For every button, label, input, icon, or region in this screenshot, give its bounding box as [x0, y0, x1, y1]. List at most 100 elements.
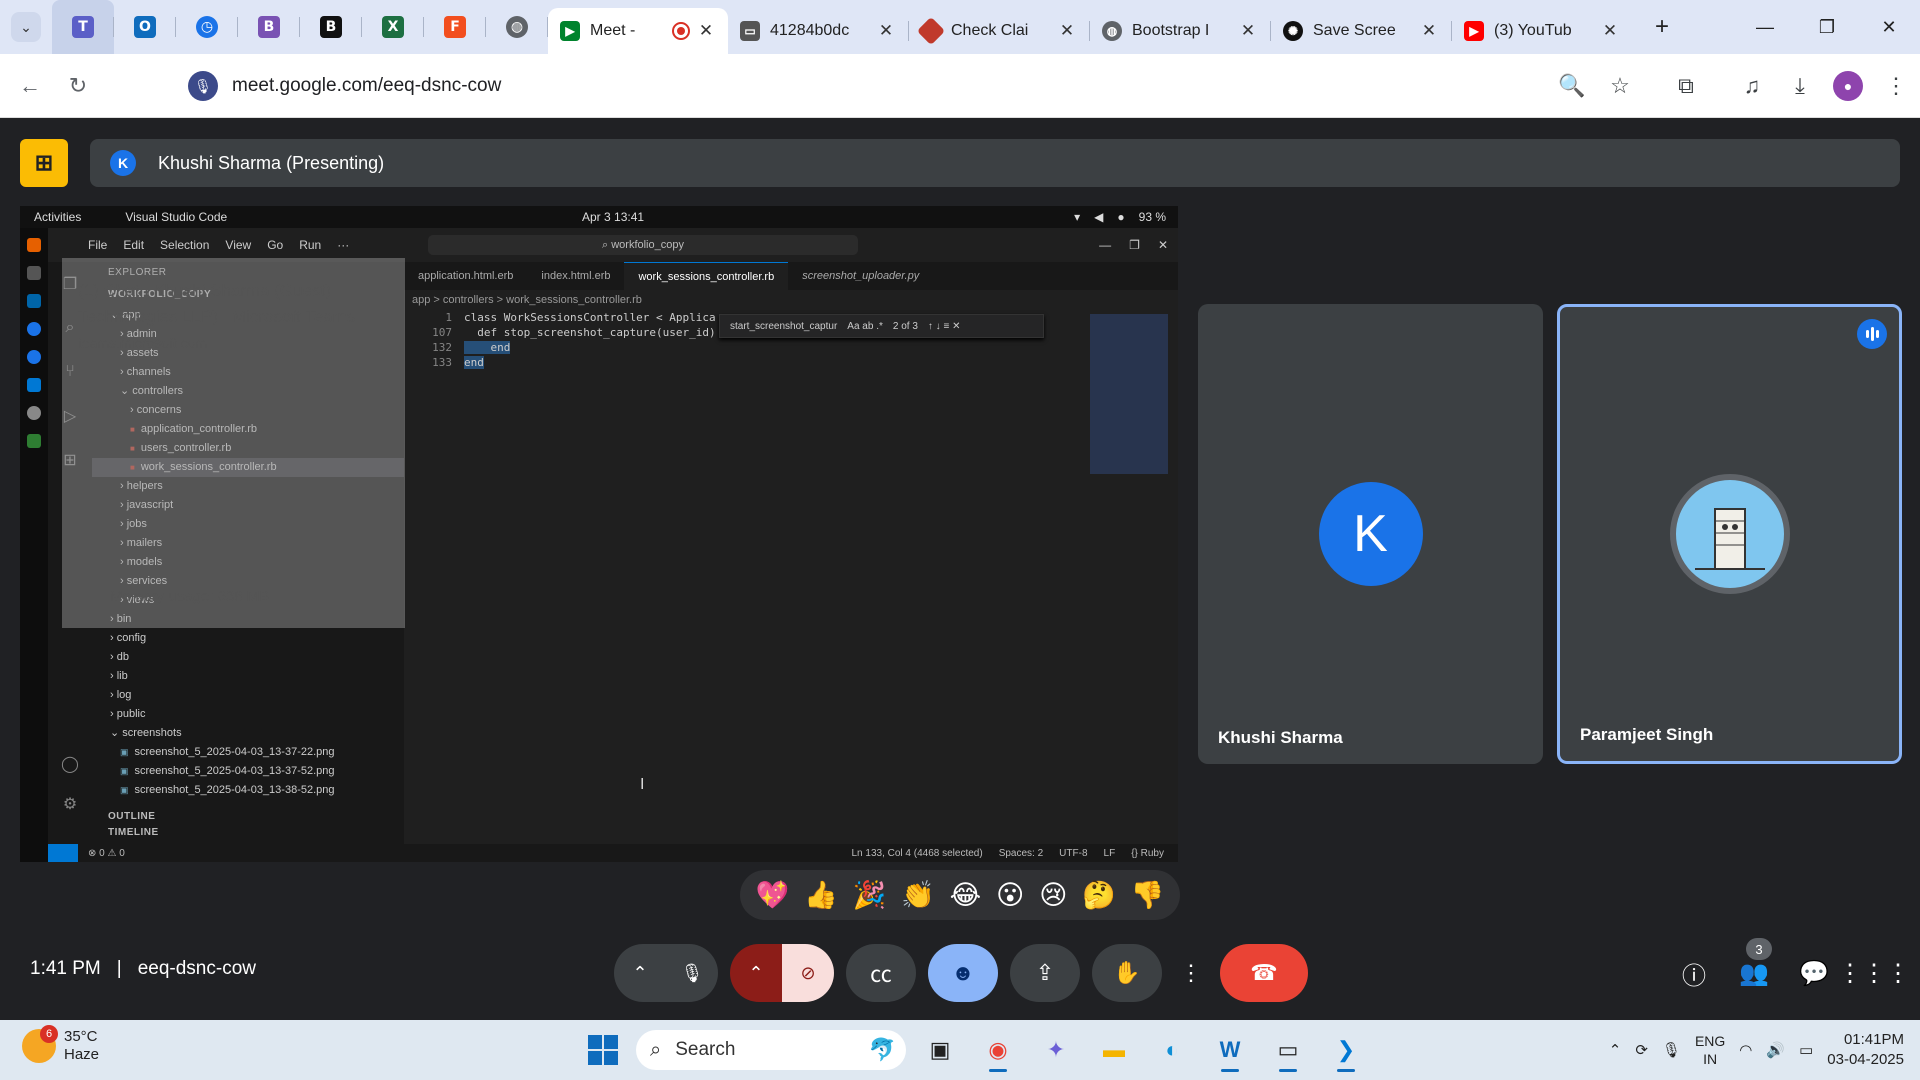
present-button[interactable]: ⇪ [1010, 944, 1080, 1002]
taskbar-chrome[interactable]: ◉ [974, 1026, 1022, 1074]
volume-icon[interactable]: 🔊 [1766, 1041, 1785, 1059]
close-window-icon[interactable]: ✕ [1858, 0, 1920, 54]
timer-icon [27, 350, 41, 364]
region-code: IN [1703, 1051, 1718, 1067]
taskbar-edge[interactable]: ◐ [1148, 1026, 1196, 1074]
more-options-button[interactable]: ⋮ [1174, 944, 1208, 1002]
reaction-party[interactable]: 🎉 [853, 879, 887, 911]
close-icon[interactable]: ✕ [1057, 21, 1077, 41]
pinned-tab-outlook[interactable]: O [114, 0, 176, 54]
weather-widget[interactable]: 6 35°C Haze [22, 1025, 99, 1064]
language-indicator[interactable]: ENG IN [1695, 1032, 1725, 1068]
tab-youtube[interactable]: ▶ (3) YouTub ✕ [1452, 8, 1632, 54]
reaction-surprised[interactable]: 😮 [996, 880, 1024, 911]
restore-icon[interactable]: ❐ [1796, 0, 1858, 54]
pinned-tab-globe[interactable]: ◍ [486, 0, 548, 54]
pinned-tab-excel[interactable]: X [362, 0, 424, 54]
taskbar-search[interactable]: ⌕ Search 🐬 [636, 1030, 906, 1070]
tab-title: Check Clai [951, 22, 1029, 39]
video-options-button[interactable]: ⌃ [730, 944, 782, 1002]
wifi-icon[interactable]: ◠ [1739, 1041, 1752, 1059]
close-icon[interactable]: ✕ [1600, 21, 1620, 41]
reaction-thumbs-down[interactable]: 👎 [1131, 879, 1165, 911]
address-bar[interactable]: 🎙 meet.google.com/eeq-dsnc-cow [170, 63, 1610, 109]
mic-button[interactable]: 🎙 [666, 944, 718, 1002]
meeting-info: 1:41 PM | eeq-dsnc-cow [30, 958, 256, 980]
media-control-icon[interactable]: ♫ [1728, 62, 1776, 110]
close-icon[interactable]: ✕ [876, 21, 896, 41]
chevron-up-icon[interactable]: ⌃ [1609, 1041, 1622, 1059]
hover-card-domain: teams.microsoft.com [78, 335, 208, 351]
page-icon: ▭ [740, 21, 760, 41]
site-info-icon[interactable]: 🎙 [188, 71, 218, 101]
download-icon[interactable]: ⤓ [1776, 62, 1824, 110]
captions-button[interactable]: ㏄ [846, 944, 916, 1002]
tab-check-claim[interactable]: Check Clai ✕ [909, 8, 1089, 54]
back-button[interactable]: ← [6, 62, 54, 110]
reactions-button[interactable]: ☻ [928, 944, 998, 1002]
taskbar-file-explorer[interactable]: ▬ [1090, 1026, 1138, 1074]
close-icon[interactable]: ✕ [696, 21, 716, 41]
taskbar-terminal[interactable]: ▭ [1264, 1026, 1312, 1074]
task-view-button[interactable]: ▣ [916, 1026, 964, 1074]
present-screen-icon: ⇪ [1035, 960, 1055, 985]
figma-icon: F [444, 16, 466, 38]
tab-meet[interactable]: ▶ Meet - ✕ [548, 8, 728, 54]
reaction-sad[interactable]: 😢 [1039, 880, 1067, 911]
kebab-icon: ⋮ [1180, 960, 1202, 985]
presenter-pill: K Khushi Sharma (Presenting) [90, 139, 1900, 187]
taskbar-vscode[interactable]: ❯ [1322, 1026, 1370, 1074]
close-icon[interactable]: ✕ [1419, 21, 1439, 41]
task-view-icon: ▣ [929, 1037, 951, 1062]
people-button[interactable]: 👥 3 [1728, 938, 1780, 1002]
window-controls: — ❐ ✕ [1734, 0, 1920, 54]
pinned-tab-bold[interactable]: B [300, 0, 362, 54]
microphone-icon[interactable]: 🎙 [1662, 1041, 1681, 1059]
pinned-tab-bootstrap[interactable]: B [238, 0, 300, 54]
new-tab-button[interactable]: + [1640, 5, 1684, 49]
pinned-tab-teams[interactable]: T [52, 0, 114, 54]
chat-button[interactable]: 💬 [1788, 944, 1840, 1002]
extensions-icon[interactable]: ⧉ [1662, 62, 1710, 110]
tree-item: screenshot_5_2025-04-03_13-38-52.png [92, 781, 404, 800]
minimize-icon[interactable]: — [1734, 0, 1796, 54]
profile-button[interactable]: ● [1824, 62, 1872, 110]
pinned-tab-timer[interactable]: ◷ [176, 0, 238, 54]
menu-kebab-icon[interactable]: ⋮ [1872, 62, 1920, 110]
bookmark-star-icon[interactable]: ☆ [1596, 62, 1644, 110]
tab-save-screen[interactable]: ✺ Save Scree ✕ [1271, 8, 1451, 54]
zoom-icon[interactable]: 🔍 [1548, 62, 1596, 110]
pinned-tab-figma[interactable]: F [424, 0, 486, 54]
meeting-details-button[interactable]: ⓘ [1668, 944, 1720, 1002]
writer-icon: W [1219, 1037, 1241, 1062]
raise-hand-button[interactable]: ✋ [1092, 944, 1162, 1002]
reaction-laugh[interactable]: 😂 [950, 880, 982, 911]
close-icon[interactable]: ✕ [1238, 21, 1258, 41]
reaction-thinking[interactable]: 🤔 [1082, 879, 1116, 911]
presentation-icon[interactable]: ⊞ [20, 139, 68, 187]
reaction-heart[interactable]: 💖 [755, 879, 789, 911]
clock[interactable]: 01:41PM 03-04-2025 [1827, 1030, 1904, 1070]
reaction-clap[interactable]: 👏 [901, 879, 935, 911]
taskbar-copilot[interactable]: ✦ [1032, 1026, 1080, 1074]
battery-icon[interactable]: ▭ [1799, 1041, 1813, 1059]
activities-button[interactable]: ⋮⋮⋮ [1838, 944, 1910, 1002]
participant-tile-speaking[interactable]: Paramjeet Singh [1557, 304, 1902, 764]
sync-icon[interactable]: ⟳ [1635, 1041, 1648, 1059]
audio-options-button[interactable]: ⌃ [614, 944, 666, 1002]
reaction-thumbs-up[interactable]: 👍 [804, 879, 838, 911]
taskbar-writer[interactable]: W [1206, 1026, 1254, 1074]
tab-search-button[interactable]: ⌄ [0, 0, 52, 54]
start-button[interactable] [580, 1027, 626, 1073]
leave-call-button[interactable]: ☎ [1220, 944, 1308, 1002]
emoji-icon: ☻ [951, 960, 975, 985]
code-text: end [464, 356, 484, 369]
participant-tile[interactable]: K Khushi Sharma [1198, 304, 1543, 764]
phone-hangup-icon: ☎ [1250, 960, 1278, 985]
reload-button[interactable]: ↻ [54, 62, 102, 110]
tree-item: ⌄ screenshots [92, 724, 404, 743]
tab-41284b0dc[interactable]: ▭ 41284b0dc ✕ [728, 8, 908, 54]
cursor-position: Ln 133, Col 4 (4468 selected) [851, 847, 983, 859]
tab-bootstrap[interactable]: ◍ Bootstrap I ✕ [1090, 8, 1270, 54]
camera-off-button[interactable]: ⊘ [782, 944, 834, 1002]
